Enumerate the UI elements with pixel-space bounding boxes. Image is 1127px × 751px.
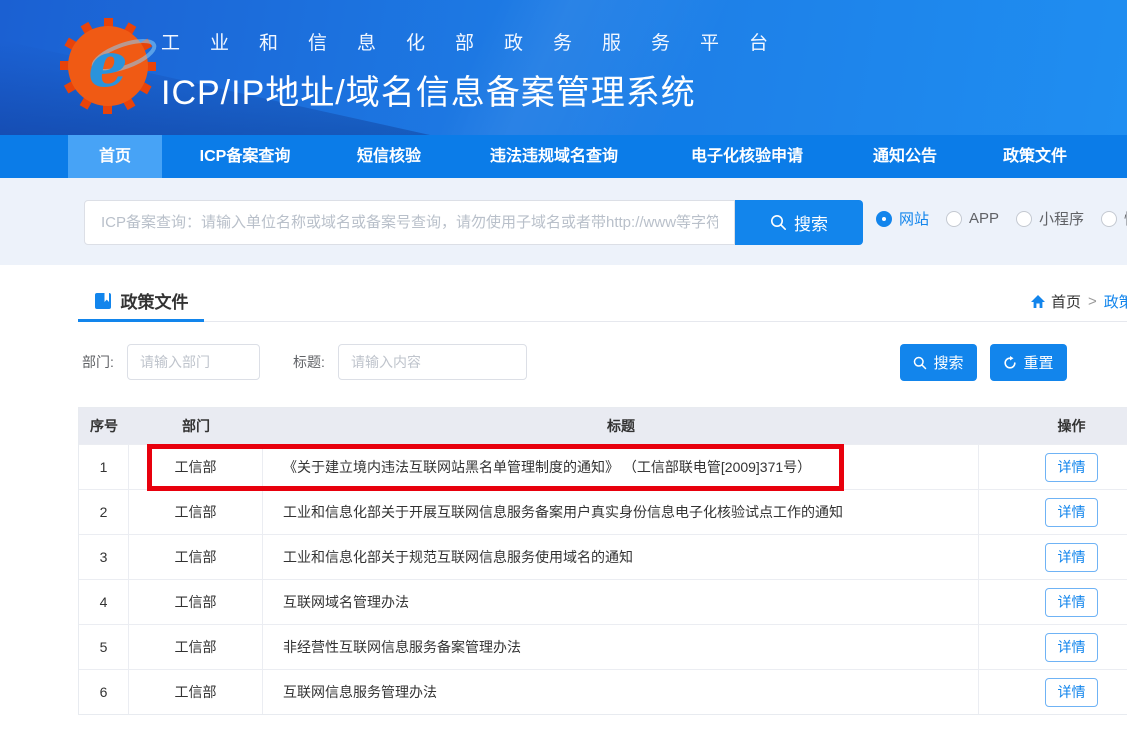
filter-search-button[interactable]: 搜索 xyxy=(900,344,977,381)
dept-filter-input[interactable] xyxy=(127,344,260,380)
dept-cell: 工信部 xyxy=(129,445,263,489)
breadcrumb-current[interactable]: 政策文件 xyxy=(1104,291,1127,312)
col-header-title: 标题 xyxy=(263,416,979,436)
dept-filter-label: 部门: xyxy=(82,344,114,381)
nav-item-illegal-domain-query[interactable]: 违法违规域名查询 xyxy=(479,135,629,178)
miit-logo-icon: e xyxy=(58,16,158,116)
table-row: 1 工信部 《关于建立境内违法互联网站黑名单管理制度的通知》 （工信部联电管[2… xyxy=(79,444,1127,489)
search-type-radio-group: 网站 APP 小程序 快应用 xyxy=(876,208,1127,229)
icp-search-button[interactable]: 搜索 xyxy=(735,200,863,245)
radio-dot-icon xyxy=(1016,211,1032,227)
filter-bar: 部门: 标题: 搜索 重置 xyxy=(0,344,1127,381)
nav-item-sms-verify[interactable]: 短信核验 xyxy=(349,135,429,178)
breadcrumb-separator: > xyxy=(1088,293,1097,310)
dept-cell: 工信部 xyxy=(129,625,263,669)
table-header-row: 序号 部门 标题 操作 xyxy=(79,408,1127,444)
breadcrumb-home[interactable]: 首页 xyxy=(1051,291,1081,312)
radio-app[interactable]: APP xyxy=(946,210,999,227)
title-filter-input[interactable] xyxy=(338,344,527,380)
site-header: e 工业和信息化部政务服务平台 ICP/IP地址/域名信息备案管理系统 xyxy=(0,0,1127,135)
title-cell: 非经营性互联网信息服务备案管理办法 xyxy=(263,625,979,669)
radio-website[interactable]: 网站 xyxy=(876,208,929,229)
title-cell: 《关于建立境内违法互联网站黑名单管理制度的通知》 （工信部联电管[2009]37… xyxy=(263,445,979,489)
radio-dot-icon xyxy=(876,211,892,227)
row-number: 4 xyxy=(79,580,129,624)
title-cell: 工业和信息化部关于开展互联网信息服务备案用户真实身份信息电子化核验试点工作的通知 xyxy=(263,490,979,534)
row-number: 5 xyxy=(79,625,129,669)
radio-quick-app[interactable]: 快应用 xyxy=(1101,208,1127,229)
radio-dot-icon xyxy=(1101,211,1117,227)
dept-cell: 工信部 xyxy=(129,490,263,534)
detail-button[interactable]: 详情 xyxy=(1045,453,1098,482)
row-number: 3 xyxy=(79,535,129,579)
radio-dot-icon xyxy=(946,211,962,227)
row-number: 6 xyxy=(79,670,129,714)
nav-item-policy-files[interactable]: 政策文件 xyxy=(995,135,1075,178)
dept-cell: 工信部 xyxy=(129,670,263,714)
nav-item-home[interactable]: 首页 xyxy=(68,135,162,178)
filter-reset-button[interactable]: 重置 xyxy=(990,344,1067,381)
detail-button[interactable]: 详情 xyxy=(1045,498,1098,527)
icp-search-button-label: 搜索 xyxy=(794,210,828,235)
nav-item-notices[interactable]: 通知公告 xyxy=(865,135,945,178)
nav-item-e-verification-apply[interactable]: 电子化核验申请 xyxy=(677,135,817,178)
col-header-dept: 部门 xyxy=(129,416,263,436)
svg-text:e: e xyxy=(88,28,127,101)
table-row: 6 工信部 互联网信息服务管理办法 详情 xyxy=(79,669,1127,714)
section-divider xyxy=(78,321,1127,322)
table-row: 4 工信部 互联网域名管理办法 详情 xyxy=(79,579,1127,624)
row-number: 2 xyxy=(79,490,129,534)
table-row: 2 工信部 工业和信息化部关于开展互联网信息服务备案用户真实身份信息电子化核验试… xyxy=(79,489,1127,534)
book-icon xyxy=(94,292,112,310)
col-header-no: 序号 xyxy=(79,416,129,436)
org-name: 工业和信息化部政务服务平台 xyxy=(161,28,801,55)
icp-search-input[interactable] xyxy=(84,200,735,245)
title-cell: 互联网域名管理办法 xyxy=(263,580,979,624)
table-row: 5 工信部 非经营性互联网信息服务备案管理办法 详情 xyxy=(79,624,1127,669)
title-cell: 工业和信息化部关于规范互联网信息服务使用域名的通知 xyxy=(263,535,979,579)
main-nav: 首页 ICP备案查询 短信核验 违法违规域名查询 电子化核验申请 通知公告 政策… xyxy=(0,135,1127,178)
policy-table: 序号 部门 标题 操作 1 工信部 《关于建立境内违法互联网站黑名单管理制度的通… xyxy=(78,407,1127,715)
table-row: 3 工信部 工业和信息化部关于规范互联网信息服务使用域名的通知 详情 xyxy=(79,534,1127,579)
section-title: 政策文件 xyxy=(121,288,189,313)
page-title: ICP/IP地址/域名信息备案管理系统 xyxy=(161,65,801,114)
home-icon xyxy=(1030,294,1046,309)
search-icon xyxy=(913,356,927,370)
nav-item-icp-query[interactable]: ICP备案查询 xyxy=(185,135,305,178)
breadcrumb: 首页 > 政策文件 xyxy=(1030,291,1127,312)
dept-cell: 工信部 xyxy=(129,535,263,579)
tab-policy-files[interactable]: 政策文件 xyxy=(78,282,204,322)
dept-cell: 工信部 xyxy=(129,580,263,624)
detail-button[interactable]: 详情 xyxy=(1045,543,1098,572)
row-number: 1 xyxy=(79,445,129,489)
search-icon xyxy=(770,214,787,231)
refresh-icon xyxy=(1003,356,1017,370)
detail-button[interactable]: 详情 xyxy=(1045,678,1098,707)
icp-search-section: 搜索 网站 APP 小程序 快应用 xyxy=(0,178,1127,265)
detail-button[interactable]: 详情 xyxy=(1045,588,1098,617)
col-header-action: 操作 xyxy=(979,416,1127,436)
radio-mini-program[interactable]: 小程序 xyxy=(1016,208,1084,229)
title-cell: 互联网信息服务管理办法 xyxy=(263,670,979,714)
title-filter-label: 标题: xyxy=(293,344,325,381)
detail-button[interactable]: 详情 xyxy=(1045,633,1098,662)
